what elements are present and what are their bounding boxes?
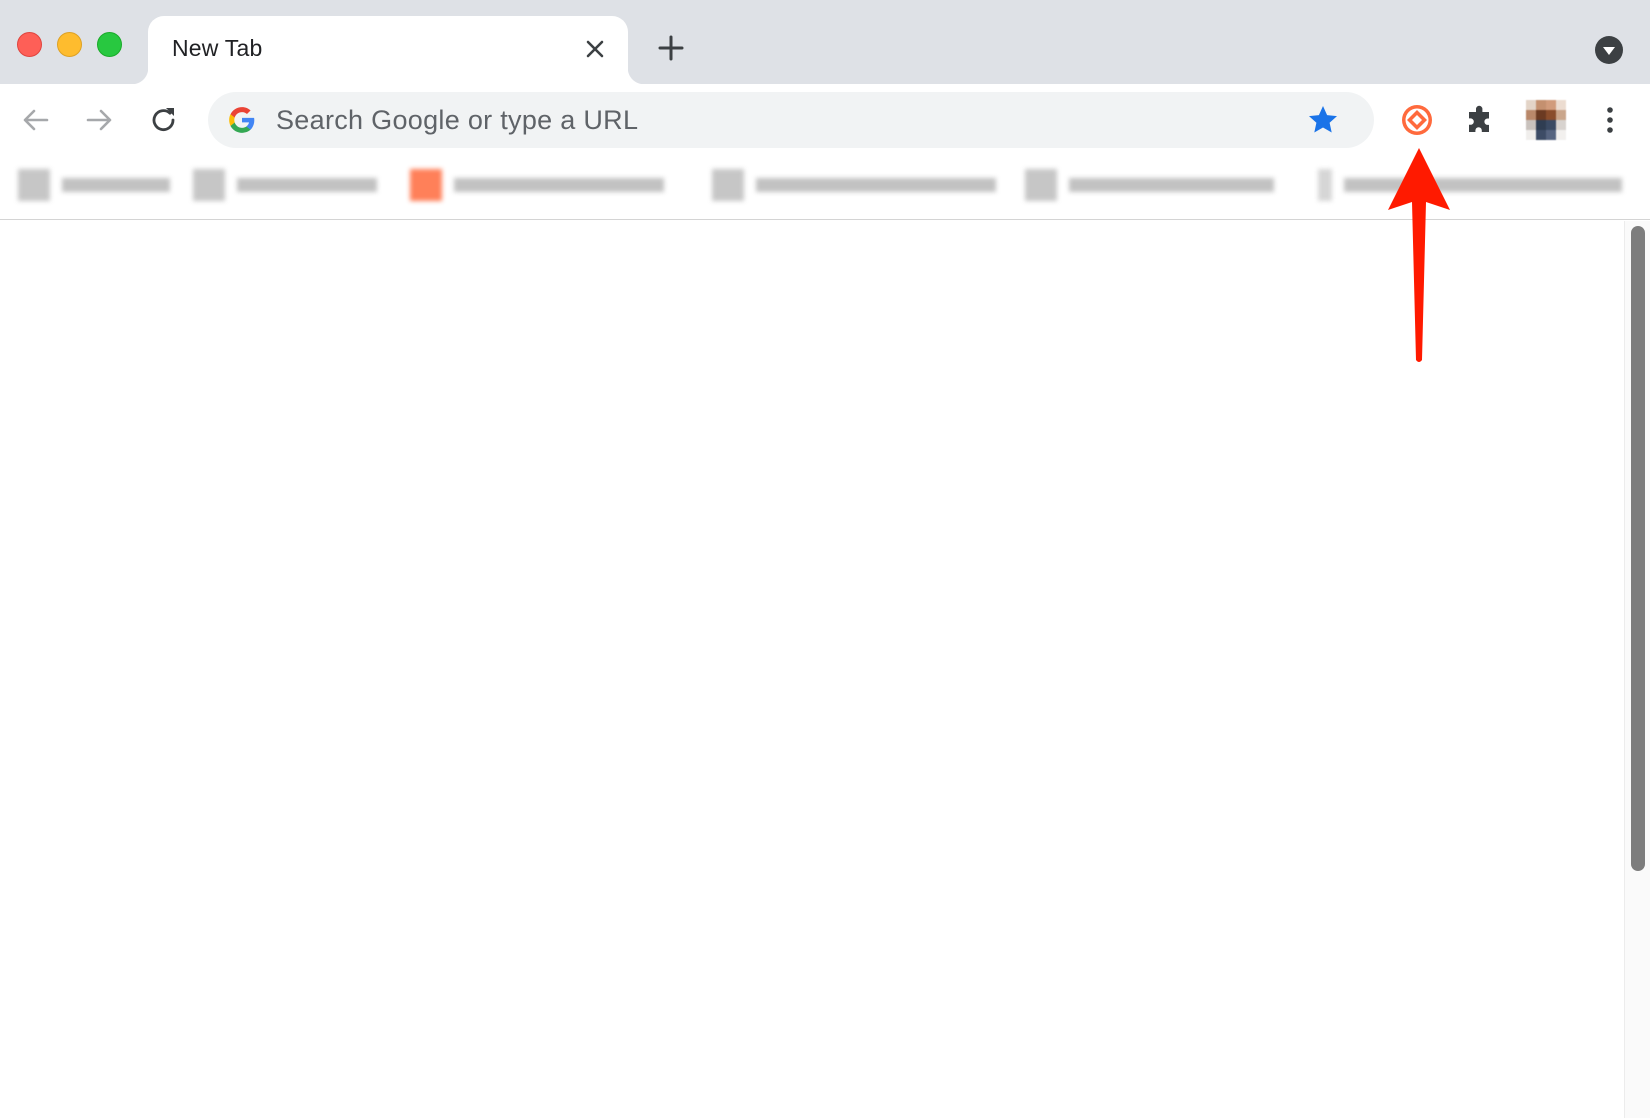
scrollbar-thumb[interactable] bbox=[1631, 226, 1645, 871]
reload-button[interactable] bbox=[144, 100, 184, 140]
bookmark-item[interactable] bbox=[193, 166, 377, 204]
bookmark-item[interactable] bbox=[410, 166, 664, 204]
bookmark-label bbox=[454, 178, 664, 192]
bookmark-favicon bbox=[193, 169, 225, 201]
omnibox[interactable]: Search Google or type a URL bbox=[208, 92, 1374, 148]
window-zoom-button[interactable] bbox=[97, 32, 122, 57]
back-button[interactable] bbox=[16, 100, 56, 140]
kebab-menu-icon bbox=[1607, 107, 1613, 133]
back-arrow-icon bbox=[23, 109, 49, 131]
extensions-menu-button[interactable] bbox=[1461, 100, 1501, 140]
red-arrow-annotation bbox=[1388, 148, 1450, 362]
puzzle-extensions-icon bbox=[1469, 105, 1489, 132]
tab-strip: New Tab bbox=[0, 0, 1650, 84]
bookmark-favicon bbox=[410, 169, 442, 201]
forward-arrow-icon bbox=[86, 109, 112, 131]
bookmark-label bbox=[756, 178, 996, 192]
window-close-button[interactable] bbox=[17, 32, 42, 57]
profile-avatar bbox=[1526, 100, 1566, 140]
profile-button[interactable] bbox=[1525, 100, 1567, 140]
omnibox-placeholder: Search Google or type a URL bbox=[276, 105, 639, 135]
forward-button[interactable] bbox=[79, 100, 119, 140]
new-tab-plus-icon[interactable] bbox=[656, 33, 686, 63]
bookmark-favicon bbox=[1025, 169, 1057, 201]
bookmark-label bbox=[1069, 178, 1274, 192]
google-g-icon bbox=[229, 107, 255, 133]
close-icon[interactable] bbox=[582, 36, 608, 62]
bookmark-favicon bbox=[1318, 169, 1332, 201]
extension-icon bbox=[1402, 105, 1432, 135]
bookmark-item[interactable] bbox=[1318, 166, 1622, 204]
bookmark-item[interactable] bbox=[1025, 166, 1274, 204]
bookmark-favicon bbox=[18, 169, 50, 201]
vertical-scrollbar[interactable] bbox=[1624, 221, 1650, 1118]
bookmark-label bbox=[237, 178, 377, 192]
bookmark-label bbox=[62, 178, 170, 192]
reload-icon bbox=[152, 108, 175, 132]
tab-title: New Tab bbox=[172, 35, 263, 61]
bookmark-item[interactable] bbox=[18, 166, 170, 204]
browser-menu-button[interactable] bbox=[1590, 100, 1630, 140]
toolbar: Search Google or type a URL bbox=[0, 84, 1650, 156]
tab-new-tab[interactable]: New Tab bbox=[132, 16, 644, 84]
extension-button[interactable] bbox=[1397, 100, 1437, 140]
window-minimize-button[interactable] bbox=[57, 32, 82, 57]
tab-search-icon[interactable] bbox=[1594, 35, 1624, 65]
bookmark-favicon bbox=[712, 169, 744, 201]
bookmark-item[interactable] bbox=[712, 166, 996, 204]
bookmark-star-icon[interactable] bbox=[1306, 103, 1340, 137]
